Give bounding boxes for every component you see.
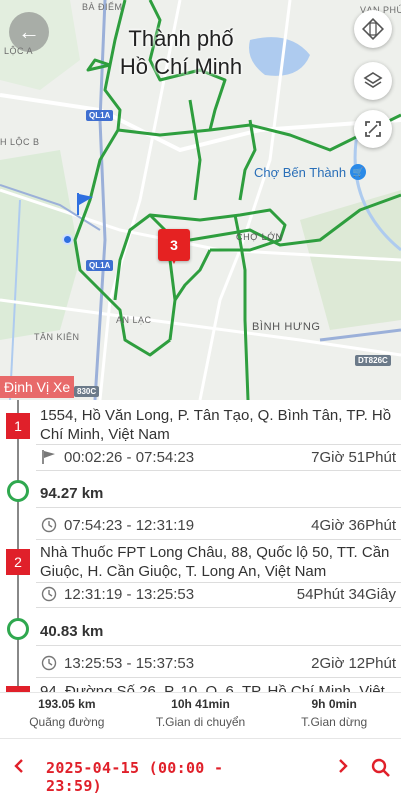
stop-number-badge: 2: [6, 549, 30, 575]
flag-icon: [40, 448, 58, 466]
map-label-an-lac: AN LẠC: [116, 315, 152, 325]
layers-button[interactable]: [354, 62, 392, 100]
district-cho-lon: CHỢ LỚN: [236, 232, 283, 242]
divider: [36, 444, 401, 445]
stop-duration: 7Giờ 51Phút: [311, 448, 396, 466]
arrow-left-icon: ←: [18, 19, 40, 44]
chevron-left-icon: [14, 759, 23, 773]
date-bar: 2025-04-15 (00:00 - 23:59): [0, 738, 401, 800]
clock-icon: [40, 654, 58, 672]
back-button[interactable]: ←: [9, 12, 49, 52]
trip-time-range: 07:54:23 - 12:31:19: [64, 516, 195, 534]
stop-time-range: 00:02:26 - 07:54:23: [64, 448, 195, 466]
stat-moving-value: 10h 41min: [171, 697, 230, 711]
stop-address: Nhà Thuốc FPT Long Châu, 88, Quốc lộ 50,…: [40, 544, 390, 580]
poi-label: Chợ Bến Thành: [254, 164, 347, 180]
current-location-dot: [62, 234, 73, 245]
trip-duration: 4Giờ 36Phút: [311, 516, 396, 534]
fit-bounds-button[interactable]: [354, 110, 392, 148]
stat-distance-value: 193.05 km: [38, 697, 96, 711]
trip-time-range: 13:25:53 - 15:37:53: [64, 654, 195, 672]
trip-node-circle: [7, 618, 29, 640]
divider: [36, 607, 401, 608]
next-day-button[interactable]: [336, 755, 350, 783]
road-tag-dt826c: DT826C: [355, 355, 391, 366]
chevron-right-icon: [339, 759, 348, 773]
map-view[interactable]: BÀ ĐIỂM LỘC A H LỘC B VẠN PHÚC AN LẠC TÂ…: [0, 0, 401, 400]
trip-time-row: 07:54:23 - 12:31:19 4Giờ 36Phút: [40, 514, 396, 536]
divider: [36, 507, 401, 508]
clock-icon: [40, 585, 58, 603]
date-range-label[interactable]: 2025-04-15 (00:00 - 23:59): [46, 759, 286, 795]
directions-button[interactable]: [354, 10, 392, 48]
search-icon: [371, 758, 390, 777]
divider: [36, 677, 401, 678]
stat-moving-time: 10h 41min T.Gian di chuyển: [134, 693, 268, 738]
stat-stop-label: T.Gian dừng: [301, 715, 368, 729]
stat-moving-label: T.Gian di chuyển: [155, 715, 246, 729]
previous-day-button[interactable]: [12, 755, 26, 783]
summary-stats: 193.05 km Quãng đường 10h 41min T.Gian d…: [0, 692, 401, 738]
stop-time-range: 12:31:19 - 13:25:53: [64, 585, 195, 603]
stop-cluster-marker[interactable]: 3: [158, 229, 190, 264]
directions-icon: [362, 18, 384, 40]
expand-icon: [365, 121, 381, 137]
trip-timeline[interactable]: 1 1554, Hồ Văn Long, P. Tân Tạo, Q. Bình…: [0, 400, 401, 692]
trip-distance: 94.27 km: [40, 485, 104, 502]
divider: [36, 645, 401, 646]
stat-stop-value: 9h 0min: [311, 697, 357, 711]
trip-distance: 40.83 km: [40, 623, 104, 640]
locate-vehicle-button[interactable]: Định Vị Xe: [0, 376, 75, 398]
map-label-loc-b: H LỘC B: [0, 137, 40, 147]
map-label-tan-kien: TÂN KIÊN: [34, 332, 80, 342]
stop-duration: 54Phút 34Giây: [296, 585, 396, 603]
search-button[interactable]: [370, 757, 392, 784]
district-binh-hung: BÌNH HƯNG: [252, 321, 321, 333]
trip-duration: 2Giờ 12Phút: [311, 654, 396, 672]
poi-cho-ben-thanh[interactable]: Chợ Bến Thành 🛒: [254, 164, 367, 180]
road-tag-ql1a-top: QL1A: [86, 110, 114, 121]
road-tag-ql1a-bottom: QL1A: [86, 260, 114, 271]
stop-address: 1554, Hồ Văn Long, P. Tân Tạo, Q. Bình T…: [40, 407, 392, 443]
trip-time-row: 13:25:53 - 15:37:53 2Giờ 12Phút: [40, 652, 396, 674]
road-tag-830c: 830C: [74, 386, 100, 397]
divider: [36, 470, 401, 471]
stat-distance-label: Quãng đường: [29, 715, 105, 729]
stat-distance: 193.05 km Quãng đường: [0, 693, 134, 738]
stop-number-badge: 1: [6, 413, 30, 439]
layers-icon: [363, 72, 383, 88]
stop-time-row: 00:02:26 - 07:54:23 7Giờ 51Phút: [40, 446, 396, 468]
clock-icon: [40, 516, 58, 534]
timeline-line: [17, 400, 19, 692]
map-label-ba-diem: BÀ ĐIỂM: [82, 2, 123, 12]
stat-stop-time: 9h 0min T.Gian dừng: [267, 693, 401, 738]
stop-time-row: 12:31:19 - 13:25:53 54Phút 34Giây: [40, 583, 396, 605]
city-label: Thành phố Hồ Chí Minh: [119, 26, 243, 79]
shopping-cart-icon: 🛒: [350, 164, 367, 180]
trip-node-circle: [7, 480, 29, 502]
divider: [36, 539, 401, 540]
start-flag-icon[interactable]: [75, 193, 95, 220]
stop-address: 94, Đường Số 26, P. 10, Q. 6, TP. Hồ Chí…: [40, 683, 385, 692]
